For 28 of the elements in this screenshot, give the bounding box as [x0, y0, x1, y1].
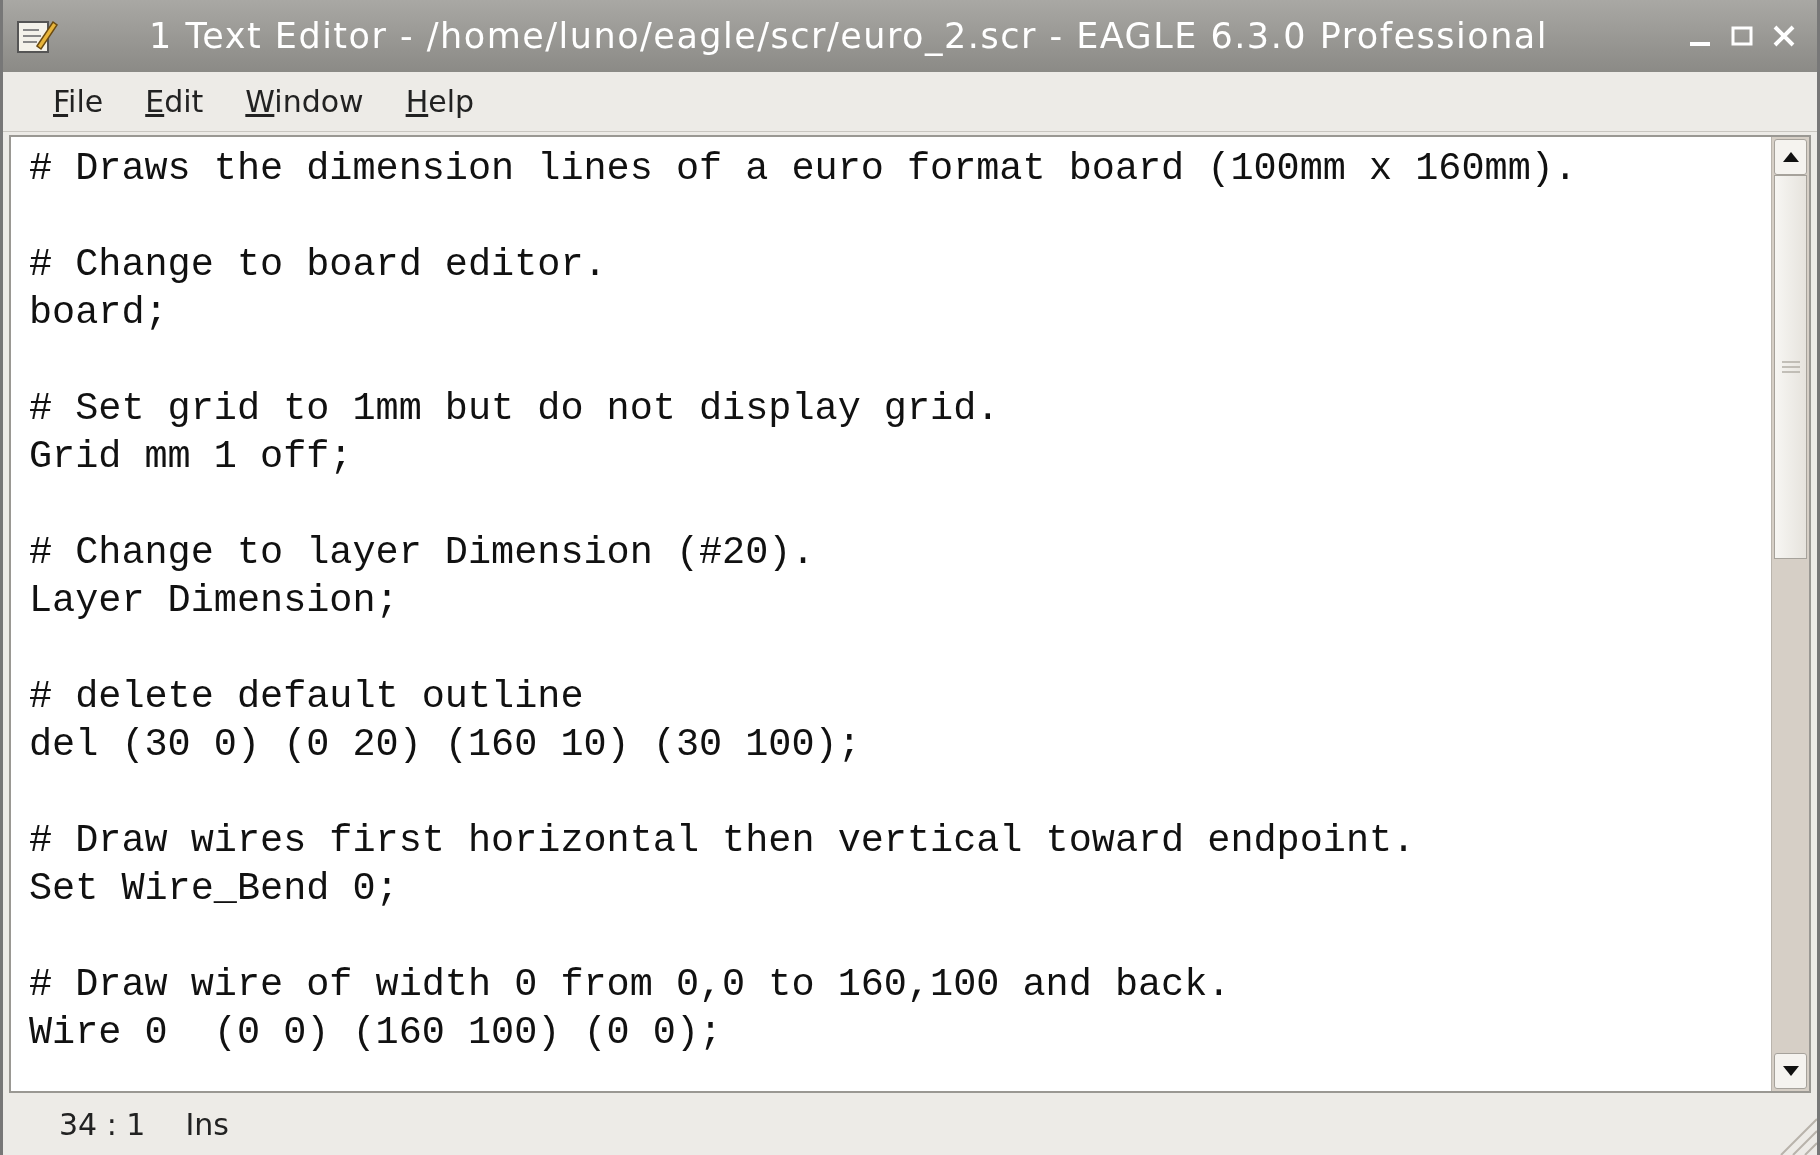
down-arrow-icon: [1782, 1066, 1799, 1076]
menu-item[interactable]: File: [39, 79, 118, 124]
code-line: # Set grid to 1mm but do not display grid.: [29, 386, 1001, 433]
code-line: # delete default outline: [29, 674, 585, 721]
scroll-thumb[interactable]: [1774, 175, 1807, 559]
code-line: # Change to layer Dimension (#20).: [29, 530, 816, 577]
window-title: 1 Text Editor - /home/luno/eagle/scr/euro_2.scr - EAGLE 6.3.0 Professional: [149, 14, 1548, 58]
cursor-position: 34 : 1: [59, 1105, 146, 1144]
menu-item[interactable]: Help: [391, 79, 489, 124]
scroll-up-button[interactable]: [1774, 139, 1807, 175]
code-line: Set Wire_Bend 0;: [29, 866, 400, 913]
code-line: # Draw wire of width 0 from 0,0 to 160,100 and back.: [29, 962, 1232, 1009]
code-line: Layer Dimension;: [29, 578, 400, 625]
close-icon[interactable]: [1771, 23, 1797, 49]
insert-mode: Ins: [185, 1105, 229, 1144]
grip-icon: [1780, 360, 1801, 374]
code-line: # Draw wires first horizontal then vertical toward endpoint.: [29, 818, 1417, 865]
code-line: # Draws the dimension lines of a euro format board (100mm x 160mm).: [29, 146, 1578, 193]
scroll-down-button[interactable]: [1774, 1053, 1807, 1089]
code-line: board;: [29, 290, 169, 337]
code-line: # Change to board editor.: [29, 242, 608, 289]
code-line: Grid mm 1 off;: [29, 434, 354, 481]
scrollbar[interactable]: [1771, 137, 1809, 1091]
menu-item[interactable]: Window: [231, 79, 378, 124]
menu-item[interactable]: Edit: [131, 79, 218, 124]
code-line: Wire 0 (0 0) (160 100) (0 0);: [29, 1010, 724, 1057]
code-line: del (30 0) (0 20) (160 10) (30 100);: [29, 722, 862, 769]
up-arrow-icon: [1782, 152, 1799, 162]
